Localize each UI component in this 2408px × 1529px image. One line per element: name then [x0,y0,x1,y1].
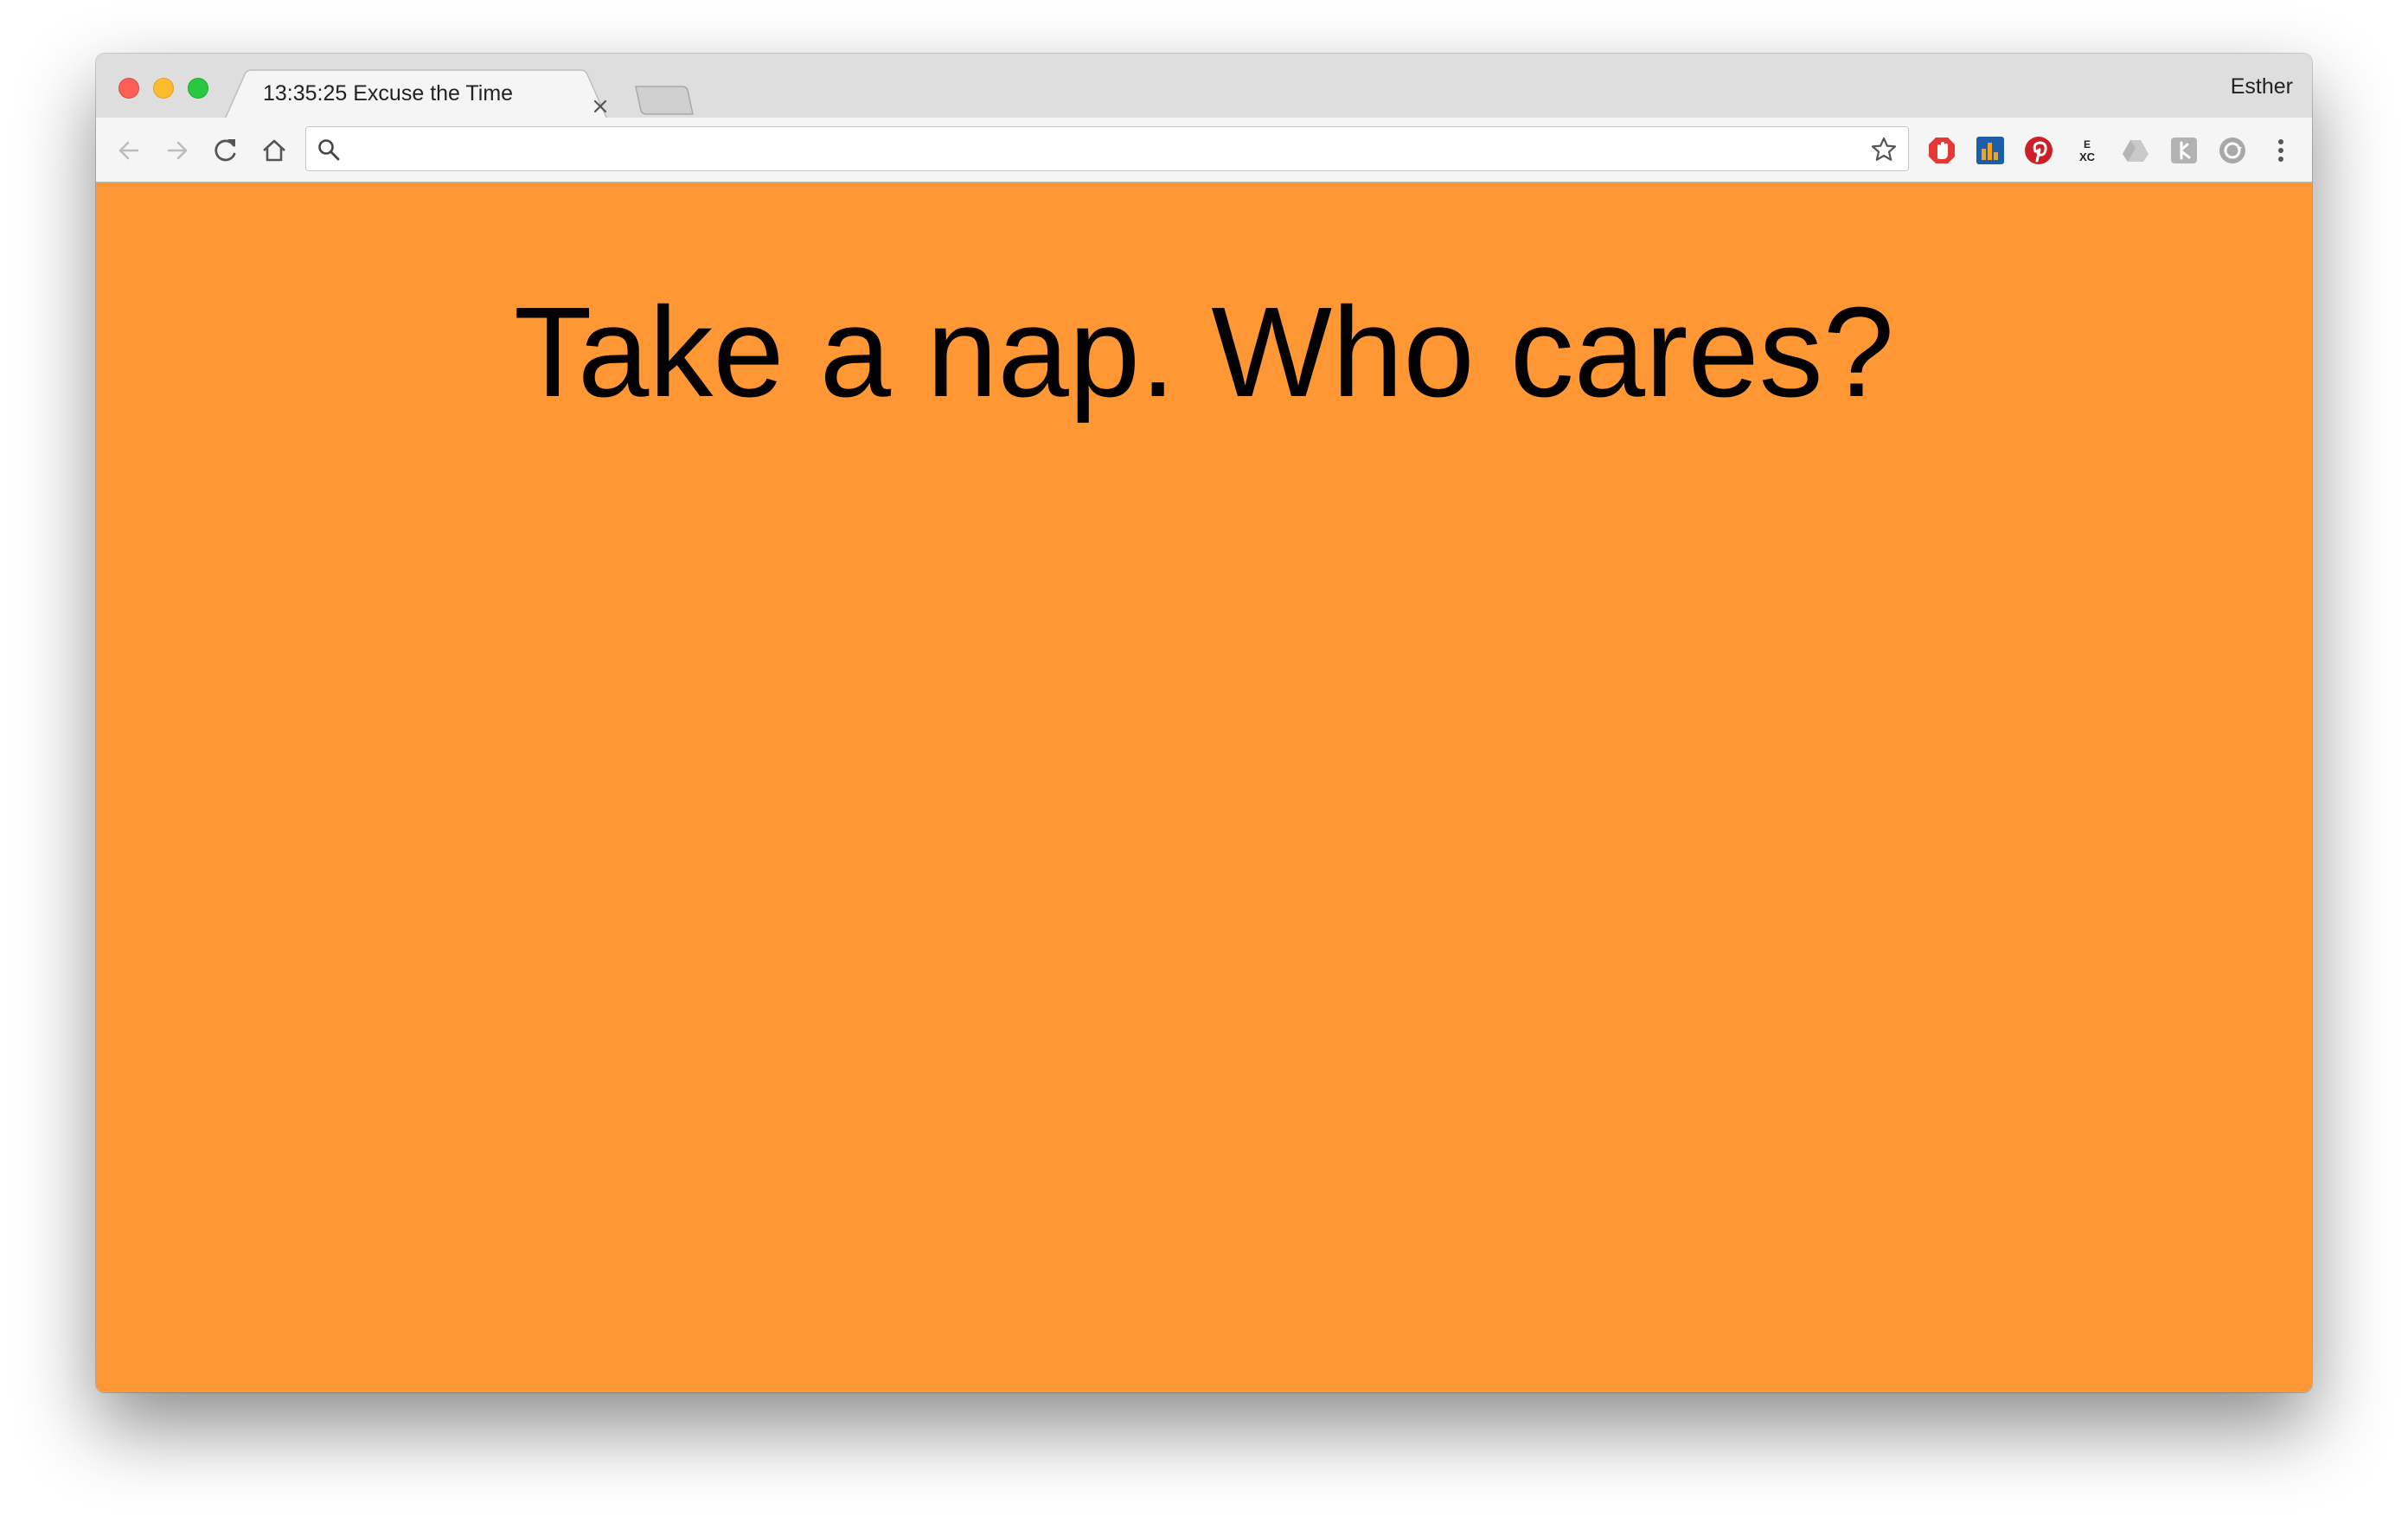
drive-icon[interactable] [2120,135,2151,166]
reload-icon[interactable] [210,135,241,166]
address-input[interactable] [351,132,1842,167]
tab-strip: 13:35:25 Excuse the Time Esther [96,54,2312,121]
tab-title: 13:35:25 Excuse the Time [263,81,514,106]
sync-icon[interactable] [2217,135,2248,166]
address-bar[interactable] [305,126,1909,171]
svg-text:E: E [2084,138,2091,150]
active-tab[interactable]: 13:35:25 Excuse the Time [224,69,608,121]
new-tab-button[interactable] [632,85,695,116]
analytics-icon[interactable] [1975,135,2006,166]
toolbar: E XC [96,118,2312,182]
tab-close-icon[interactable] [591,97,610,116]
bookmark-star-icon[interactable] [1870,136,1898,163]
menu-icon[interactable] [2265,135,2296,166]
page-content: Take a nap. Who cares? [96,182,2312,1392]
page-headline: Take a nap. Who cares? [514,281,1894,424]
forward-icon[interactable] [162,135,193,166]
pinterest-icon[interactable] [2023,135,2054,166]
search-icon [318,139,340,161]
window-close-button[interactable] [118,78,139,99]
window-minimize-button[interactable] [153,78,174,99]
excel-icon[interactable]: E XC [2072,135,2103,166]
home-icon[interactable] [259,135,290,166]
adblock-icon[interactable] [1926,135,1957,166]
window-maximize-button[interactable] [188,78,208,99]
clipper-icon[interactable] [2168,135,2200,166]
profile-name[interactable]: Esther [2231,74,2293,99]
browser-window: 13:35:25 Excuse the Time Esther E XC Tak… [96,54,2312,1392]
back-icon[interactable] [113,135,144,166]
svg-text:XC: XC [2079,150,2096,163]
